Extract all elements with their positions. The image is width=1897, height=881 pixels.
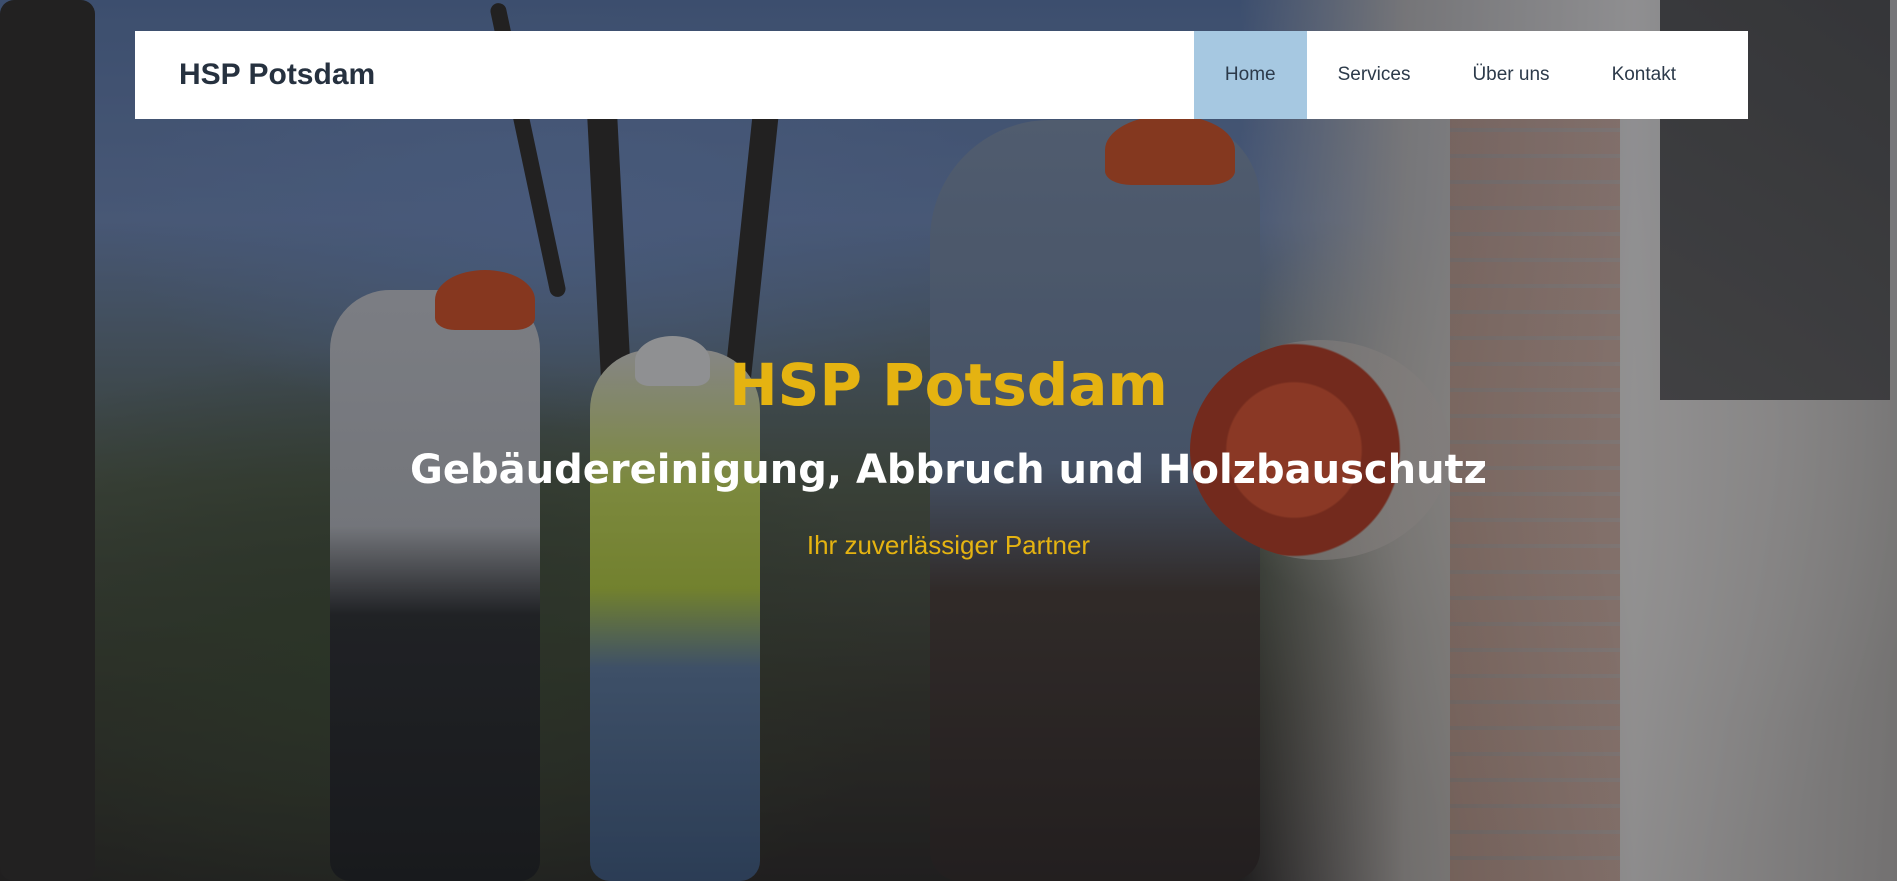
nav-item-home[interactable]: Home <box>1193 31 1307 119</box>
hero-overlay <box>0 0 1897 881</box>
nav-links: Home Services Über uns Kontakt <box>1193 31 1707 119</box>
hero-subtitle: Gebäudereinigung, Abbruch und Holzbausch… <box>410 447 1487 493</box>
hero-section: HSP Potsdam Home Services Über uns Konta… <box>0 0 1897 881</box>
top-navbar: HSP Potsdam Home Services Über uns Konta… <box>135 31 1748 119</box>
hero-title: HSP Potsdam <box>729 351 1168 419</box>
nav-item-kontakt[interactable]: Kontakt <box>1581 31 1707 119</box>
hero-tagline: Ihr zuverlässiger Partner <box>806 530 1091 560</box>
nav-item-services[interactable]: Services <box>1307 31 1442 119</box>
brand-logo-link[interactable]: HSP Potsdam <box>179 58 375 92</box>
nav-item-ueber-uns[interactable]: Über uns <box>1441 31 1580 119</box>
